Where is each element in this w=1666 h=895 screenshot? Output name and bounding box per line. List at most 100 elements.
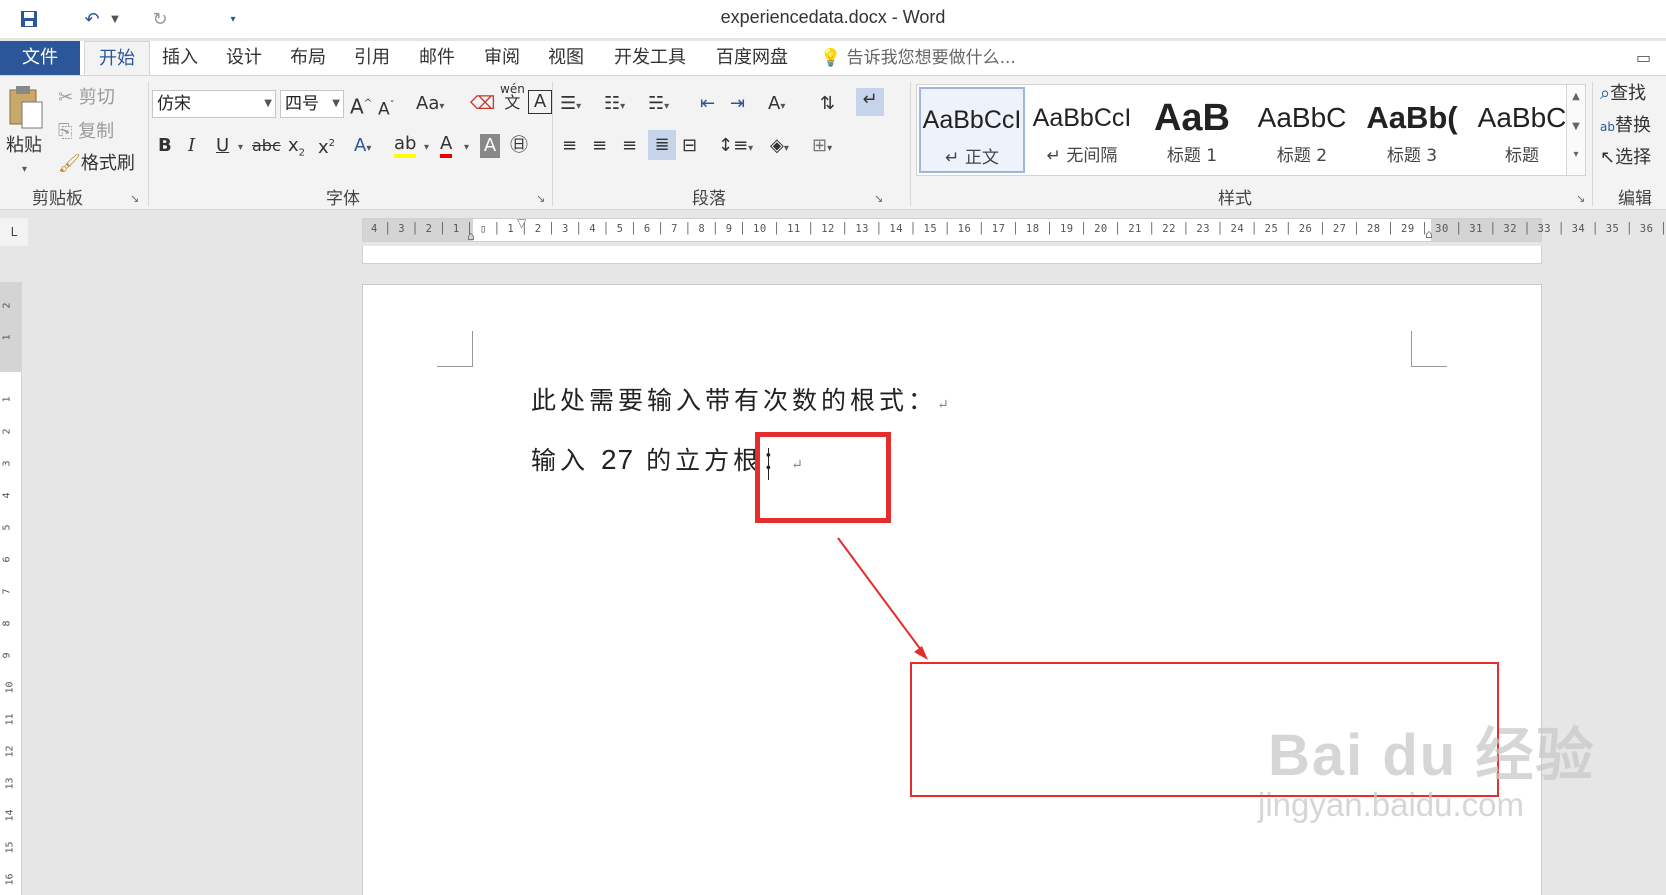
copy-button[interactable]: ⎘ 复制 xyxy=(58,120,114,144)
change-case-label: Aa xyxy=(416,93,440,114)
tab-review[interactable]: 审阅 xyxy=(470,41,534,75)
share-icon[interactable]: ▭ xyxy=(1636,41,1651,75)
baidu-jingyan-watermark: Bai du 经验 jingyan.baidu.com xyxy=(1258,708,1596,824)
character-shading-icon[interactable]: A xyxy=(480,134,500,158)
paragraph-launcher-icon[interactable]: ↘ xyxy=(874,192,883,205)
italic-icon[interactable]: I xyxy=(188,134,195,158)
format-painter-button[interactable]: 🖌格式刷 xyxy=(58,152,135,176)
style-title[interactable]: AaBbC 标题 xyxy=(1469,87,1575,173)
scroll-up-icon[interactable]: ▲ xyxy=(1567,91,1585,102)
underline-dropdown-icon[interactable]: ▾ xyxy=(238,136,243,160)
first-line-indent-marker-icon[interactable]: ▽ xyxy=(517,216,526,230)
tab-mailings[interactable]: 邮件 xyxy=(405,41,469,75)
scroll-down-icon[interactable]: ▼ xyxy=(1567,121,1585,132)
select-button[interactable]: ↖选择 xyxy=(1600,146,1651,170)
bold-icon[interactable]: B xyxy=(158,134,172,158)
line-spacing-icon[interactable]: ↕≡▾ xyxy=(718,134,753,161)
superscript-icon[interactable]: x2 xyxy=(318,132,335,160)
justify-icon[interactable]: ≣ xyxy=(648,130,676,160)
enclose-characters-icon[interactable]: ㊐ xyxy=(510,134,528,158)
clipboard-launcher-icon[interactable]: ↘ xyxy=(130,192,139,205)
find-button[interactable]: ⌕查找 xyxy=(1600,82,1646,106)
change-case-button[interactable]: Aa▾ xyxy=(416,92,444,119)
right-indent-marker-icon[interactable]: ⌂ xyxy=(1425,227,1433,241)
shading-icon[interactable]: ◈▾ xyxy=(770,134,789,161)
watermark-line-1: Bai du 经验 xyxy=(1268,723,1596,788)
vertical-ruler[interactable]: 2 1 1 2 3 4 5 6 7 8 9 10 11 12 13 14 15 … xyxy=(0,282,22,895)
format-painter-label: 格式刷 xyxy=(80,153,135,174)
strikethrough-icon[interactable]: abc xyxy=(252,134,281,158)
vruler-num: 5 xyxy=(1,524,13,531)
font-name-combo[interactable]: 仿宋 ▼ xyxy=(152,90,276,118)
top-margin-area xyxy=(0,282,22,372)
style-sample: AaBbC xyxy=(1257,102,1347,133)
vruler-num: 13 xyxy=(4,777,16,790)
increase-indent-icon[interactable]: ⇥ xyxy=(730,92,745,116)
decrease-indent-icon[interactable]: ⇤ xyxy=(700,92,715,116)
chinese-layout-icon[interactable]: A▾ xyxy=(768,92,785,119)
vruler-num: 7 xyxy=(1,588,13,595)
styles-launcher-icon[interactable]: ↘ xyxy=(1576,192,1585,205)
tab-view[interactable]: 视图 xyxy=(534,41,598,75)
tell-me-box[interactable]: 💡 告诉我您想要做什么... xyxy=(806,41,1030,75)
tab-selector[interactable]: L xyxy=(0,218,28,246)
document-line-1[interactable]: 此处需要输入带有次数的根式：↵ xyxy=(531,381,949,417)
style-heading-1[interactable]: AaB 标题 1 xyxy=(1139,87,1245,173)
paste-button[interactable]: 粘贴 xyxy=(6,134,42,158)
vruler-num: 2 xyxy=(1,428,13,435)
tab-insert[interactable]: 插入 xyxy=(148,41,212,75)
horizontal-ruler[interactable]: 4 │ 3 │ 2 │ 1 │ ▯ │ 1 │ 2 │ 3 │ 4 │ 5 │ … xyxy=(362,216,1666,243)
align-right-icon[interactable]: ≡ xyxy=(622,134,637,158)
highlight-dropdown-icon[interactable]: ▾ xyxy=(424,136,429,160)
more-styles-icon[interactable]: ▾ xyxy=(1567,149,1585,160)
sort-icon[interactable]: ⇅ xyxy=(820,92,835,116)
tab-references[interactable]: 引用 xyxy=(340,41,404,75)
separator xyxy=(552,82,553,206)
tab-design[interactable]: 设计 xyxy=(212,41,276,75)
cut-button[interactable]: ✂ 剪切 xyxy=(58,86,115,110)
style-normal[interactable]: AaBbCcI ↵ 正文 xyxy=(919,87,1025,173)
style-no-spacing[interactable]: AaBbCcI ↵ 无间隔 xyxy=(1029,87,1135,173)
line-1-text: 此处需要输入带有次数的根式： xyxy=(531,386,938,415)
character-border-icon[interactable]: A xyxy=(528,90,552,114)
tab-developer[interactable]: 开发工具 xyxy=(600,41,700,75)
numbering-icon[interactable]: ☷▾ xyxy=(604,92,625,119)
show-marks-icon[interactable]: ↵ xyxy=(856,88,884,116)
subscript-icon[interactable]: x2 xyxy=(288,134,305,166)
clear-formatting-icon[interactable]: ⌫ xyxy=(470,92,495,116)
phonetic-guide-icon[interactable]: wén 文 xyxy=(500,82,525,111)
left-indent-marker-icon[interactable]: ⌂ xyxy=(467,229,475,243)
distributed-icon[interactable]: ⊟ xyxy=(682,134,697,158)
styles-gallery-scroll[interactable]: ▲ ▼ ▾ xyxy=(1566,84,1586,176)
tab-home[interactable]: 开始 xyxy=(84,41,150,76)
font-color-icon[interactable]: A xyxy=(440,132,453,158)
highlight-color-icon[interactable]: ab xyxy=(394,132,417,158)
multilevel-list-icon[interactable]: ☵▾ xyxy=(648,92,669,119)
font-color-dropdown-icon[interactable]: ▾ xyxy=(464,136,469,160)
font-size-combo[interactable]: 四号 ▼ xyxy=(280,90,344,118)
paragraph-group-label: 段落 xyxy=(692,189,726,209)
paste-icon[interactable] xyxy=(6,84,52,132)
paste-dropdown-icon[interactable]: ▾ xyxy=(22,158,27,182)
grow-font-icon[interactable]: A^ xyxy=(350,92,372,119)
replace-button[interactable]: ab替换 xyxy=(1600,114,1651,139)
align-left-icon[interactable]: ≡ xyxy=(562,134,577,158)
style-heading-3[interactable]: AaBb( 标题 3 xyxy=(1359,87,1465,173)
chevron-down-icon: ▾ xyxy=(827,143,833,154)
text-effects-icon[interactable]: A▾ xyxy=(354,134,371,161)
align-center-icon[interactable]: ≡ xyxy=(592,134,607,158)
copy-icon: ⎘ xyxy=(58,121,73,142)
style-heading-2[interactable]: AaBbC 标题 2 xyxy=(1249,87,1355,173)
font-launcher-icon[interactable]: ↘ xyxy=(536,192,545,205)
bullets-icon[interactable]: ☰▾ xyxy=(560,92,581,119)
shrink-font-icon[interactable]: Aˇ xyxy=(378,94,395,122)
underline-icon[interactable]: U xyxy=(216,134,229,158)
chevron-down-icon: ▼ xyxy=(264,98,272,109)
line-2-number: 27 xyxy=(600,444,635,475)
borders-icon[interactable]: ⊞▾ xyxy=(812,134,832,161)
tab-file[interactable]: 文件 xyxy=(0,41,80,75)
font-name-value: 仿宋 xyxy=(157,94,191,114)
tab-layout[interactable]: 布局 xyxy=(276,41,340,75)
tab-baidu-netdisk[interactable]: 百度网盘 xyxy=(702,41,802,75)
paragraph-mark-icon: ↵ xyxy=(937,397,949,413)
